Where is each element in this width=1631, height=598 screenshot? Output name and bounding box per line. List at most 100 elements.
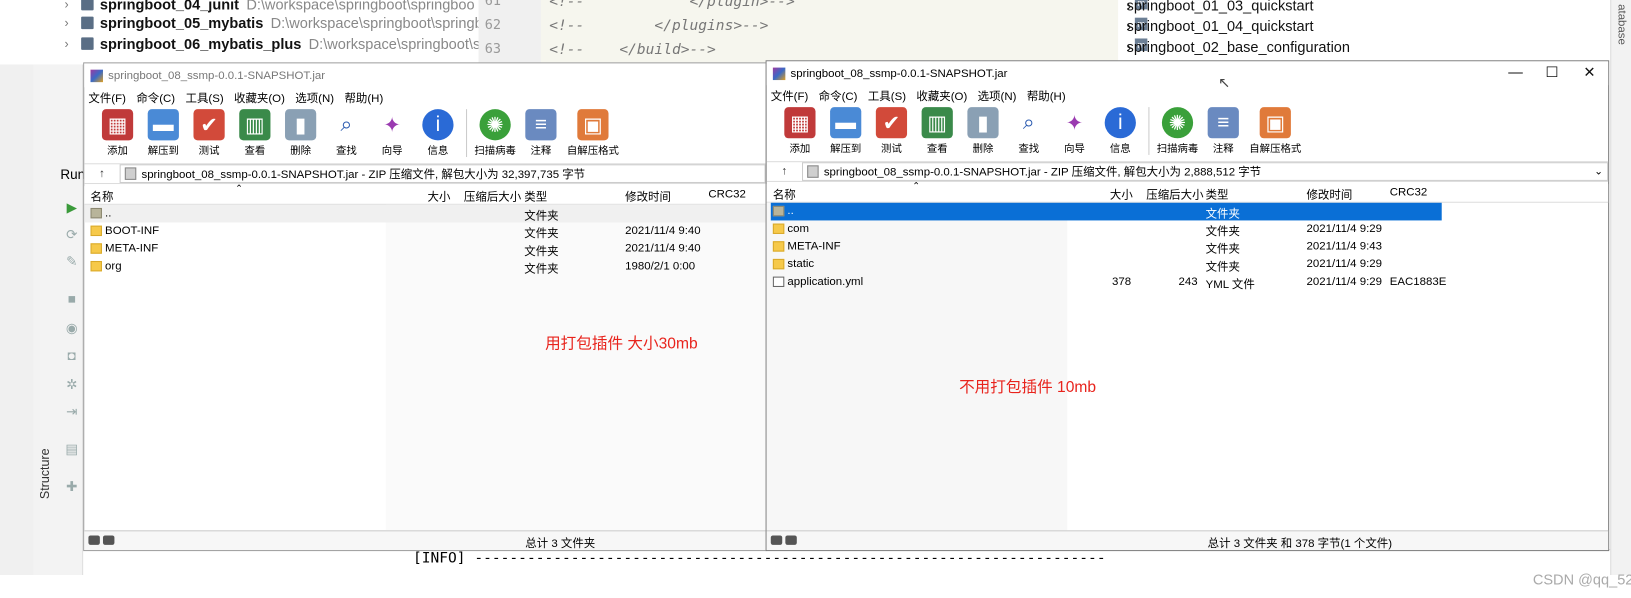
test-button[interactable]: ✔ 测试 bbox=[869, 107, 915, 155]
run-tab-label[interactable]: Run bbox=[60, 166, 85, 182]
menu-help[interactable]: 帮助(H) bbox=[1027, 87, 1066, 104]
line-number: 62 bbox=[484, 17, 502, 34]
file-list[interactable]: .. 文件夹 BOOT-INF 文件夹 2021/11/4 9:40 META-INF… bbox=[84, 204, 766, 276]
col-type[interactable]: 类型 bbox=[1206, 186, 1229, 203]
parent-folder-icon bbox=[772, 205, 785, 217]
chevron-right-icon[interactable]: › bbox=[64, 0, 81, 11]
find-button[interactable]: ⌕ 查找 bbox=[324, 109, 370, 157]
camera-icon[interactable]: ◘ bbox=[62, 347, 81, 364]
chevron-right-icon[interactable]: › bbox=[64, 36, 81, 51]
sfx-button[interactable]: ▣ 自解压格式 bbox=[1246, 107, 1304, 155]
menu-favorites[interactable]: 收藏夹(O) bbox=[916, 87, 967, 104]
run-icon[interactable]: ▶ bbox=[62, 200, 81, 217]
menu-options[interactable]: 选项(N) bbox=[295, 89, 334, 106]
close-button[interactable]: ✕ bbox=[1574, 63, 1605, 82]
button-label: 扫描病毒 bbox=[1156, 143, 1199, 155]
list-item[interactable]: com 文件夹 2021/11/4 9:29 bbox=[767, 220, 1442, 238]
col-modified[interactable]: 修改时间 bbox=[625, 188, 671, 205]
structure-tab[interactable]: Structure bbox=[37, 448, 52, 499]
layout-icon[interactable]: ▤ bbox=[62, 441, 81, 458]
address-field[interactable]: springboot_08_ssmp-0.0.1-SNAPSHOT.jar - … bbox=[119, 164, 766, 184]
project-tree: › springboot_04_junit D:\workspace\springb… bbox=[0, 0, 488, 65]
file-modified: 2021/11/4 9:29 bbox=[1306, 257, 1383, 271]
wizard-button[interactable]: ✦ 向导 bbox=[1052, 107, 1098, 155]
col-name[interactable]: 名称 bbox=[773, 186, 796, 203]
list-item[interactable]: .. 文件夹 bbox=[84, 204, 766, 223]
extract-to-button[interactable]: ▬ 解压到 bbox=[823, 107, 869, 155]
menu-tools[interactable]: 工具(S) bbox=[185, 89, 223, 106]
list-item[interactable]: org 文件夹 1980/2/1 0:00 bbox=[84, 258, 765, 276]
list-item[interactable]: static 文件夹 2021/11/4 9:29 bbox=[767, 256, 1442, 273]
menu-help[interactable]: 帮助(H) bbox=[344, 89, 383, 106]
button-label: 注释 bbox=[530, 145, 552, 158]
wrench-icon[interactable]: ✎ bbox=[62, 254, 81, 271]
pin-icon[interactable]: ✚ bbox=[62, 478, 81, 495]
menu-favorites[interactable]: 收藏夹(O) bbox=[234, 89, 285, 106]
code-text[interactable]: <!-- </plugin>--> <!-- </plugins>--> <!-… bbox=[549, 0, 795, 66]
title-bar[interactable]: springboot_08_ssmp-0.0.1-SNAPSHOT.jar bbox=[766, 61, 1609, 86]
list-item[interactable]: application.yml 378 243 YML 文件 2021/11/4 9:2… bbox=[767, 273, 1446, 291]
virus-scan-button[interactable]: ✺ 扫描病毒 bbox=[472, 109, 518, 157]
menu-file[interactable]: 文件(F) bbox=[88, 89, 125, 106]
settings-icon[interactable]: ✲ bbox=[62, 376, 81, 393]
virus-scan-button[interactable]: ✺ 扫描病毒 bbox=[1155, 107, 1201, 155]
list-item-selected[interactable]: .. 文件夹 bbox=[767, 202, 1442, 221]
exit-icon[interactable]: ⇥ bbox=[62, 403, 81, 420]
module-name: springboot_05_mybatis bbox=[99, 14, 264, 32]
file-list[interactable]: .. 文件夹 com 文件夹 2021/11/4 9:29 META-INF 文件夹 20… bbox=[767, 202, 1446, 291]
code-line[interactable]: <!-- </plugins>--> bbox=[549, 18, 795, 42]
view-button[interactable]: ▥ 查看 bbox=[232, 109, 278, 157]
code-editor[interactable]: 61 62 63 <!-- </plugin>--> <!-- </plugin… bbox=[478, 0, 1119, 66]
info-button[interactable]: i 信息 bbox=[415, 109, 461, 157]
menu-bar: 文件(F) 命令(C) 工具(S) 收藏夹(O) 选项(N) 帮助(H) bbox=[84, 87, 765, 108]
menu-tools[interactable]: 工具(S) bbox=[868, 87, 906, 104]
tree-row[interactable]: › springboot_05_mybatis D:\workspace\sprin… bbox=[64, 12, 482, 33]
col-crc[interactable]: CRC32 bbox=[708, 188, 746, 200]
view-button[interactable]: ▥ 查看 bbox=[914, 107, 960, 155]
minimize-button[interactable]: — bbox=[1500, 63, 1531, 82]
menu-file[interactable]: 文件(F) bbox=[771, 87, 808, 104]
chevron-down-icon[interactable]: ⌄ bbox=[1594, 166, 1603, 177]
rerun-icon[interactable]: ⟳ bbox=[62, 227, 81, 244]
col-packed[interactable]: 压缩后大小 bbox=[464, 188, 521, 205]
list-item[interactable]: META-INF 文件夹 2021/11/4 9:43 bbox=[767, 238, 1442, 256]
col-crc[interactable]: CRC32 bbox=[1390, 186, 1428, 198]
eye-icon[interactable]: ◉ bbox=[62, 320, 81, 337]
comment-button[interactable]: ≡ 注释 bbox=[1200, 107, 1246, 155]
code-line[interactable]: <!-- </plugin>--> bbox=[549, 0, 795, 18]
title-bar[interactable]: springboot_08_ssmp-0.0.1-SNAPSHOT.jar bbox=[84, 63, 766, 88]
comment-button[interactable]: ≡ 注释 bbox=[518, 109, 564, 157]
up-folder-icon[interactable]: ↑ bbox=[767, 165, 802, 177]
view-icon: ▥ bbox=[921, 107, 953, 139]
extract-to-icon: ▬ bbox=[830, 107, 862, 139]
extract-to-button[interactable]: ▬ 解压到 bbox=[140, 109, 186, 157]
col-size[interactable]: 大小 bbox=[1110, 186, 1133, 203]
delete-button[interactable]: ▮ 删除 bbox=[960, 107, 1006, 155]
stop-icon[interactable]: ■ bbox=[62, 291, 81, 308]
up-folder-icon[interactable]: ↑ bbox=[84, 167, 119, 179]
add-button[interactable]: ▦ 添加 bbox=[95, 109, 141, 157]
tree-row[interactable]: › springboot_06_mybatis_plus D:\workspace\… bbox=[64, 33, 488, 54]
sfx-button[interactable]: ▣ 自解压格式 bbox=[564, 109, 622, 157]
database-tab[interactable]: atabase bbox=[1615, 4, 1627, 45]
col-name[interactable]: 名称 bbox=[90, 188, 113, 205]
chevron-right-icon[interactable]: › bbox=[64, 16, 81, 31]
menu-options[interactable]: 选项(N) bbox=[978, 87, 1017, 104]
find-button[interactable]: ⌕ 查找 bbox=[1006, 107, 1052, 155]
list-item[interactable]: META-INF 文件夹 2021/11/4 9:40 bbox=[84, 240, 765, 258]
menu-commands[interactable]: 命令(C) bbox=[136, 89, 175, 106]
address-field[interactable]: springboot_08_ssmp-0.0.1-SNAPSHOT.jar - … bbox=[801, 162, 1609, 181]
col-packed[interactable]: 压缩后大小 bbox=[1146, 186, 1203, 203]
yml-file-icon bbox=[772, 276, 785, 287]
delete-button[interactable]: ▮ 删除 bbox=[278, 109, 324, 157]
list-item[interactable]: BOOT-INF 文件夹 2021/11/4 9:40 bbox=[84, 223, 765, 240]
maximize-button[interactable]: ☐ bbox=[1536, 63, 1567, 82]
col-type[interactable]: 类型 bbox=[524, 188, 547, 205]
test-button[interactable]: ✔ 测试 bbox=[186, 109, 232, 157]
menu-commands[interactable]: 命令(C) bbox=[819, 87, 858, 104]
add-button[interactable]: ▦ 添加 bbox=[777, 107, 823, 155]
wizard-button[interactable]: ✦ 向导 bbox=[369, 109, 415, 157]
col-size[interactable]: 大小 bbox=[428, 188, 451, 205]
col-modified[interactable]: 修改时间 bbox=[1306, 186, 1352, 203]
info-button[interactable]: i 信息 bbox=[1097, 107, 1143, 155]
